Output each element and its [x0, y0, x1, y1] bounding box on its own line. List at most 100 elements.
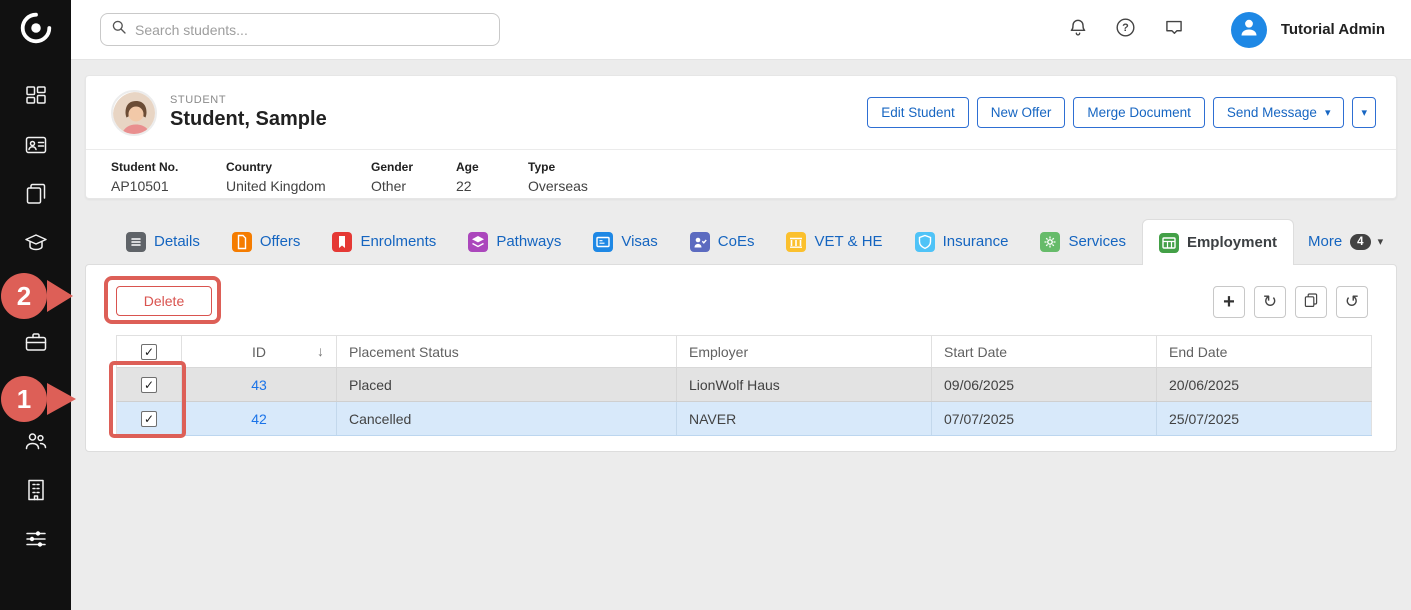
- student-actions: Edit Student New Offer Merge Document Se…: [867, 97, 1376, 128]
- row-checkbox[interactable]: ✓: [141, 411, 157, 427]
- sidebar-item-dashboard[interactable]: [14, 76, 58, 120]
- info-field-age: Age 22: [456, 160, 528, 194]
- search-box: [100, 13, 500, 46]
- app-window: ? Tutorial Admin STUDENT Student, Sample…: [0, 0, 1411, 610]
- svg-text:?: ?: [1122, 22, 1129, 34]
- info-label: Gender: [371, 160, 456, 174]
- table-header-row: ✓ ID↓ Placement Status Employer Start Da…: [117, 336, 1372, 368]
- select-all-checkbox[interactable]: ✓: [141, 344, 157, 360]
- record-id-link[interactable]: 43: [251, 377, 267, 393]
- notifications-button[interactable]: [1061, 13, 1095, 47]
- tab-employment[interactable]: Employment: [1142, 219, 1294, 265]
- chevron-down-icon: ▾: [1378, 235, 1384, 248]
- more-count-badge: 4: [1350, 234, 1370, 250]
- offers-icon: [232, 232, 252, 252]
- new-offer-button[interactable]: New Offer: [977, 97, 1066, 128]
- student-card-top: STUDENT Student, Sample Edit Student New…: [86, 76, 1396, 150]
- topbar: ? Tutorial Admin: [71, 0, 1411, 60]
- help-button[interactable]: ?: [1109, 13, 1143, 47]
- sidebar-item-documents[interactable]: [14, 174, 58, 218]
- send-message-label: Send Message: [1227, 105, 1317, 120]
- column-header-placement-status[interactable]: Placement Status: [337, 336, 677, 368]
- cell-id: 43: [182, 368, 337, 402]
- insurance-shield-icon: [915, 232, 935, 252]
- more-actions-dropdown-button[interactable]: ▾: [1352, 97, 1376, 128]
- tab-details[interactable]: Details: [110, 219, 216, 264]
- cell-placement-status: Cancelled: [337, 402, 677, 436]
- table-row[interactable]: ✓ 42 Cancelled NAVER 07/07/2025 25/07/20…: [117, 402, 1372, 436]
- student-header-card: STUDENT Student, Sample Edit Student New…: [85, 75, 1397, 199]
- topbar-right: ? Tutorial Admin: [1047, 12, 1411, 48]
- sidebar-item-employers[interactable]: [14, 322, 58, 366]
- documents-icon: [24, 182, 48, 211]
- column-header-employer[interactable]: Employer: [677, 336, 932, 368]
- tab-services[interactable]: Services: [1024, 219, 1142, 264]
- student-avatar: [111, 90, 157, 136]
- add-record-button[interactable]: +: [1213, 286, 1245, 318]
- tab-label: CoEs: [718, 233, 755, 250]
- tab-insurance[interactable]: Insurance: [899, 219, 1025, 264]
- cell-end-date: 20/06/2025: [1157, 368, 1372, 402]
- sidebar-item-students[interactable]: [14, 125, 58, 169]
- building-icon: [24, 478, 48, 507]
- column-header-end-date[interactable]: End Date: [1157, 336, 1372, 368]
- enrolments-icon: [332, 232, 352, 252]
- record-type-label: STUDENT: [170, 94, 327, 106]
- tab-more[interactable]: More4▾: [1294, 219, 1397, 264]
- info-label: Student No.: [111, 160, 226, 174]
- tab-enrolments[interactable]: Enrolments: [316, 219, 452, 264]
- history-button[interactable]: ↺: [1336, 286, 1368, 318]
- vet-he-icon: [786, 232, 806, 252]
- cell-employer: LionWolf Haus: [677, 368, 932, 402]
- tab-label: Employment: [1187, 234, 1277, 251]
- check-icon: ✓: [144, 378, 154, 392]
- export-button[interactable]: [1295, 286, 1327, 318]
- info-field-country: Country United Kingdom: [226, 160, 371, 194]
- user-avatar[interactable]: [1231, 12, 1267, 48]
- tab-offers[interactable]: Offers: [216, 219, 317, 264]
- tab-label: VET & HE: [814, 233, 882, 250]
- send-message-button[interactable]: Send Message ▾: [1213, 97, 1345, 128]
- merge-document-button[interactable]: Merge Document: [1073, 97, 1205, 128]
- chevron-down-icon: ▾: [1361, 106, 1367, 119]
- delete-button[interactable]: Delete: [116, 286, 212, 316]
- employment-toolbar: Delete + ↻ ↺: [86, 265, 1396, 318]
- history-icon: ↺: [1345, 292, 1359, 312]
- cell-id: 42: [182, 402, 337, 436]
- tab-visas[interactable]: Visas: [577, 219, 673, 264]
- cell-employer: NAVER: [677, 402, 932, 436]
- tab-pathways[interactable]: Pathways: [452, 219, 577, 264]
- refresh-button[interactable]: ↻: [1254, 286, 1286, 318]
- employment-table: ✓ ID↓ Placement Status Employer Start Da…: [116, 335, 1372, 436]
- chat-button[interactable]: [1157, 13, 1191, 47]
- record-id-link[interactable]: 42: [251, 411, 267, 427]
- coes-icon: [690, 232, 710, 252]
- sidebar-item-agents[interactable]: [14, 421, 58, 465]
- row-checkbox[interactable]: ✓: [141, 377, 157, 393]
- sidebar-item-organisation[interactable]: [14, 470, 58, 514]
- table-row[interactable]: ✓ 43 Placed LionWolf Haus 09/06/2025 20/…: [117, 368, 1372, 402]
- plus-icon: +: [1223, 291, 1235, 314]
- employment-panel: Delete + ↻ ↺ ✓ ID↓ Placement Status Empl…: [85, 264, 1397, 452]
- sidebar-item-settings[interactable]: [14, 519, 58, 563]
- chevron-down-icon: ▾: [1325, 106, 1331, 119]
- edit-student-button[interactable]: Edit Student: [867, 97, 969, 128]
- tab-label: Visas: [621, 233, 657, 250]
- info-value: Other: [371, 178, 456, 194]
- column-header-id[interactable]: ID↓: [182, 336, 337, 368]
- info-value: United Kingdom: [226, 178, 371, 194]
- student-identity: STUDENT Student, Sample: [170, 94, 327, 131]
- sidebar-nav: [0, 76, 71, 568]
- column-header-start-date[interactable]: Start Date: [932, 336, 1157, 368]
- employment-grid-icon: [1159, 233, 1179, 253]
- info-value: AP10501: [111, 178, 226, 194]
- student-tabs: Details Offers Enrolments Pathways Visas…: [85, 219, 1397, 264]
- info-field-type: Type Overseas: [528, 160, 588, 194]
- sidebar-item-courses[interactable]: [14, 223, 58, 267]
- user-name[interactable]: Tutorial Admin: [1281, 21, 1385, 38]
- tab-coes[interactable]: CoEs: [674, 219, 771, 264]
- tab-vet-he[interactable]: VET & HE: [770, 219, 898, 264]
- grid-tools: + ↻ ↺: [1213, 286, 1368, 318]
- app-logo[interactable]: [0, 0, 71, 60]
- search-input[interactable]: [135, 22, 489, 38]
